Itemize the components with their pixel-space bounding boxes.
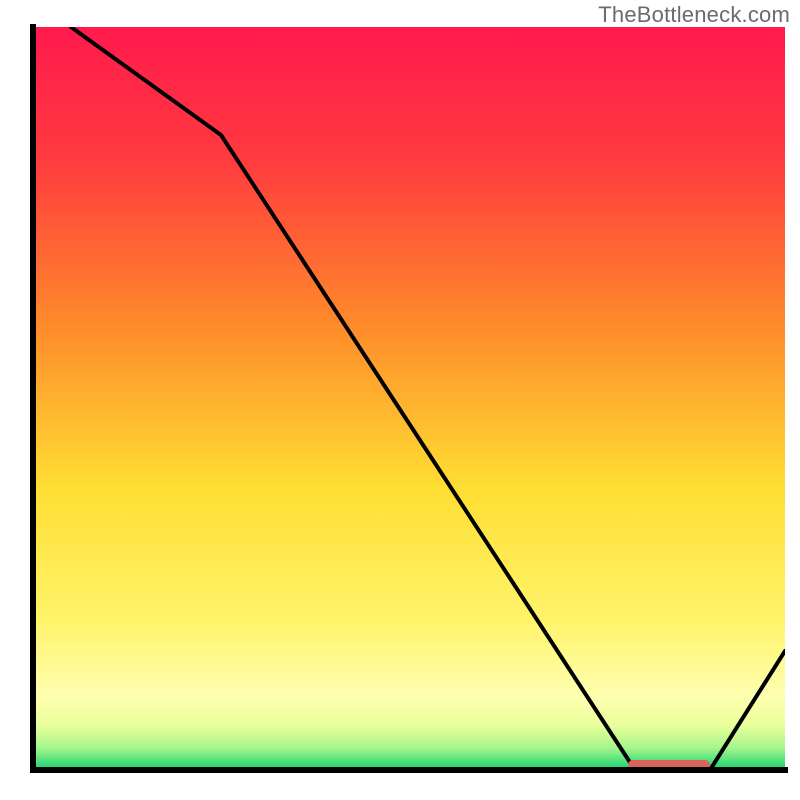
chart-svg bbox=[0, 0, 800, 800]
watermark-text: TheBottleneck.com bbox=[598, 2, 790, 28]
chart-stage: TheBottleneck.com bbox=[0, 0, 800, 800]
plot-background bbox=[33, 27, 785, 770]
